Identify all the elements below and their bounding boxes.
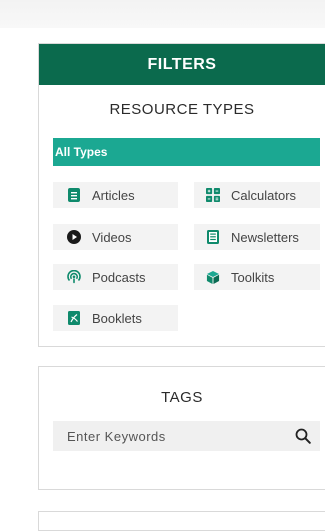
newsletter-icon [206,230,220,244]
search-icon[interactable] [294,427,312,445]
keyword-search-box [53,421,320,451]
resource-type-label: Toolkits [231,269,275,285]
resource-type-label: Videos [92,229,132,245]
toolkit-box-icon [206,270,220,284]
article-icon [67,188,81,202]
filters-panel: FILTERS RESOURCE TYPES All Types Article… [38,43,325,347]
resource-type-newsletters[interactable]: Newsletters [194,224,320,250]
resource-type-label: Newsletters [231,229,299,245]
resource-type-label: Articles [92,187,135,203]
all-types-option[interactable]: All Types [53,138,320,166]
resource-type-calculators[interactable]: Calculators [194,182,320,208]
calculator-icon [206,188,220,202]
tags-title: TAGS [161,389,203,406]
podcast-icon [67,270,81,284]
resource-type-booklets[interactable]: Booklets [53,305,178,331]
filters-header: FILTERS [39,44,325,85]
tags-panel: TAGS [38,366,325,490]
keyword-search-input[interactable] [65,427,294,445]
video-play-icon [67,230,81,244]
resource-type-label: Podcasts [92,269,146,285]
resource-type-podcasts[interactable]: Podcasts [53,264,178,290]
resource-type-toolkits[interactable]: Toolkits [194,264,320,290]
booklet-pdf-icon [67,311,81,325]
resource-type-label: Booklets [92,310,142,326]
resource-types-title: RESOURCE TYPES [109,101,255,118]
top-bar [0,0,325,28]
resource-type-videos[interactable]: Videos [53,224,178,250]
next-filter-panel [38,511,325,531]
resource-type-articles[interactable]: Articles [53,182,178,208]
resource-type-label: Calculators [231,187,297,203]
